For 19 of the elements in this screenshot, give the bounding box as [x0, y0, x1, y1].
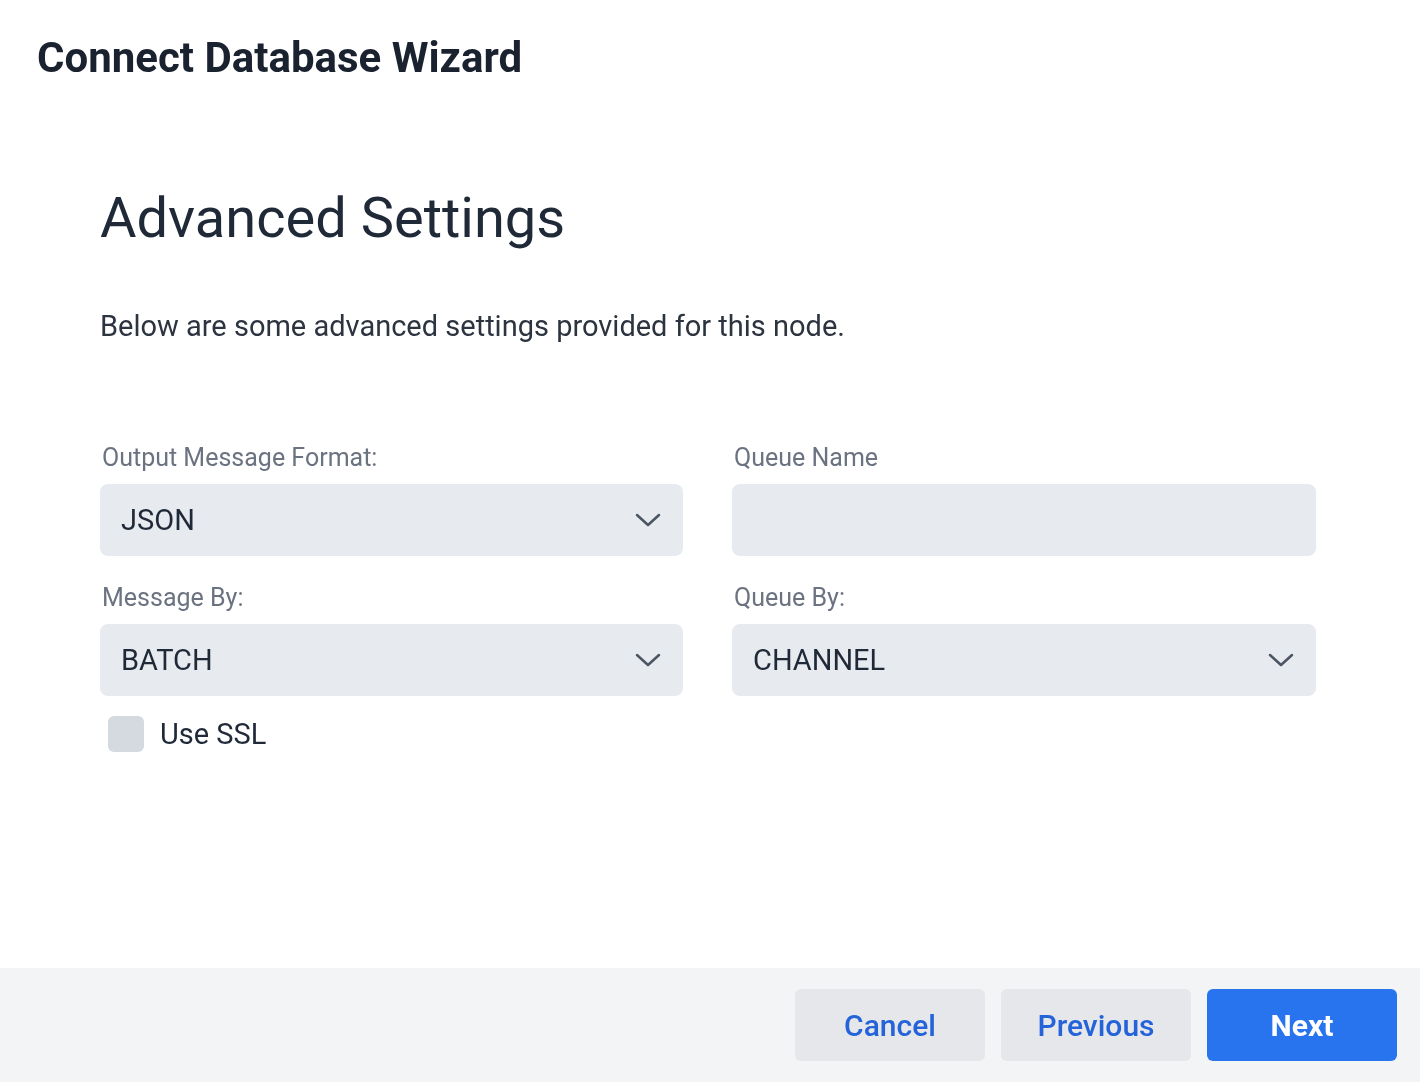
- secondary-button[interactable]: Cancel: [795, 989, 985, 1061]
- field-label: Queue By:: [734, 582, 846, 614]
- field-label: Queue Name: [734, 442, 880, 474]
- section-heading: Advanced Settings: [100, 184, 567, 252]
- dropdown[interactable]: JSON: [100, 484, 683, 556]
- dropdown[interactable]: CHANNEL: [732, 624, 1316, 696]
- field-label: Message By:: [102, 582, 245, 614]
- checkbox-label: Use SSL: [160, 717, 267, 751]
- section-description: Below are some advanced settings provided for this node.: [100, 308, 846, 344]
- input-field[interactable]: [732, 484, 1316, 556]
- window-title: Connect Database Wizard: [36, 32, 524, 84]
- chevron-down-icon: [635, 653, 661, 667]
- field-label: Output Message Format:: [102, 442, 379, 474]
- chevron-down-icon: [635, 513, 661, 527]
- chevron-down-icon: [1268, 653, 1294, 667]
- next-button[interactable]: Next: [1207, 989, 1397, 1061]
- secondary-button[interactable]: Previous: [1001, 989, 1191, 1061]
- checkbox[interactable]: [108, 716, 144, 752]
- dropdown[interactable]: BATCH: [100, 624, 683, 696]
